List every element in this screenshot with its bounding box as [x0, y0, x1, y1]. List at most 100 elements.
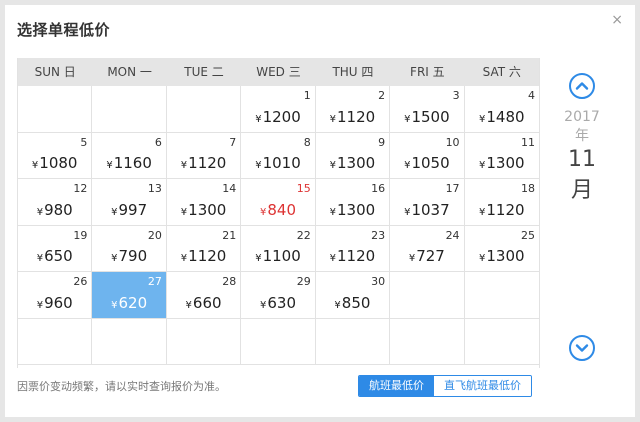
- day-price: 1120: [465, 201, 539, 219]
- day-number: 17: [445, 182, 460, 195]
- calendar-day-cell[interactable]: 2 1120: [315, 86, 391, 133]
- calendar-empty-cell: [18, 86, 93, 133]
- day-price: 1300: [167, 201, 240, 219]
- calendar-empty-cell: [464, 272, 539, 319]
- day-number: 25: [521, 228, 535, 242]
- low-price-dialog: 选择单程低价 × SUN 日 MON 一 TUE 二 WED 三 THU 四 F…: [5, 5, 635, 417]
- day-number: 3: [452, 89, 460, 102]
- calendar-day-cell[interactable]: 17 1037: [390, 179, 465, 226]
- calendar-day-cell[interactable]: 8 1010: [241, 132, 316, 179]
- calendar-empty-cell: [241, 318, 316, 365]
- weekday-wed: WED 三: [256, 65, 301, 79]
- weekday-sun: SUN 日: [34, 65, 76, 79]
- calendar-empty-cell: [92, 318, 167, 365]
- calendar-day-cell[interactable]: 5 1080: [18, 132, 93, 179]
- calendar-day-cell[interactable]: 15840: [241, 179, 316, 226]
- day-price: 1037: [390, 201, 463, 219]
- day-number: 24: [445, 228, 460, 242]
- price-mode-toggle: 航班最低价 直飞航班最低价: [358, 375, 532, 397]
- day-price: 997: [92, 201, 165, 219]
- day-number: 6: [154, 135, 162, 149]
- day-price: 1100: [241, 247, 314, 265]
- weekday-fri: FRI 五: [410, 65, 445, 79]
- day-price: 727: [390, 247, 463, 265]
- day-number: 20: [147, 228, 162, 242]
- calendar-day-cell[interactable]: 22 1100: [241, 225, 316, 272]
- day-number: 22: [296, 228, 311, 242]
- weekday-sat: SAT 六: [482, 65, 521, 79]
- day-number: 28: [222, 275, 237, 288]
- dialog-title: 选择单程低价: [17, 21, 111, 39]
- day-price: 790: [92, 247, 165, 265]
- close-icon[interactable]: ×: [611, 13, 623, 27]
- day-price: 1010: [241, 154, 314, 172]
- calendar-day-cell[interactable]: 27620: [92, 272, 167, 319]
- calendar-day-cell[interactable]: 19650: [18, 225, 93, 272]
- calendar-empty-cell: [390, 272, 465, 319]
- calendar-empty-cell: [18, 318, 93, 365]
- day-number: 5: [80, 135, 88, 149]
- calendar-day-cell[interactable]: 13997: [92, 179, 167, 226]
- day-number: 1: [303, 89, 311, 102]
- day-number: 27: [147, 275, 162, 288]
- flight-lowest-button[interactable]: 航班最低价: [359, 376, 434, 396]
- calendar-day-cell[interactable]: 6 1160: [92, 132, 167, 179]
- day-price: 1160: [92, 154, 165, 172]
- day-price: 850: [316, 294, 389, 312]
- day-price: 980: [18, 201, 91, 219]
- calendar-day-cell[interactable]: 14 1300: [166, 179, 242, 226]
- calendar-empty-cell: [464, 319, 539, 365]
- calendar-day-cell[interactable]: 16 1300: [315, 179, 391, 226]
- day-number: 23: [371, 228, 386, 242]
- calendar-day-cell[interactable]: 11 1300: [464, 133, 539, 179]
- month-nav: 2017年 11月: [558, 73, 606, 204]
- day-price: 1200: [241, 108, 314, 126]
- day-price: 1120: [316, 247, 389, 265]
- calendar-day-cell[interactable]: 1 1200: [241, 86, 316, 133]
- day-number: 12: [73, 182, 88, 195]
- day-price: 1120: [167, 154, 240, 172]
- calendar-day-cell[interactable]: 29630: [241, 272, 316, 319]
- day-number: 7: [229, 135, 237, 149]
- day-price: 660: [167, 294, 240, 312]
- year-label: 2017年: [564, 109, 600, 144]
- calendar-day-cell[interactable]: 26960: [18, 272, 93, 319]
- day-number: 13: [147, 182, 162, 195]
- calendar-empty-cell: [315, 318, 391, 365]
- day-number: 8: [303, 135, 311, 149]
- calendar-day-cell[interactable]: 24727: [390, 225, 465, 272]
- weekday-thu: THU 四: [332, 65, 374, 79]
- calendar-day-cell[interactable]: 9 1300: [315, 132, 391, 179]
- day-price: 1300: [316, 154, 389, 172]
- day-number: 4: [528, 89, 535, 102]
- calendar-day-cell[interactable]: 7 1120: [166, 132, 242, 179]
- day-number: 26: [73, 275, 88, 288]
- day-number: 15: [296, 182, 311, 195]
- day-price: 1500: [390, 108, 463, 126]
- calendar-day-cell[interactable]: 21 1120: [166, 225, 242, 272]
- calendar-day-cell[interactable]: 25 1300: [464, 226, 539, 272]
- calendar-day-cell[interactable]: 18 1120: [464, 179, 539, 226]
- day-price: 650: [18, 247, 91, 265]
- day-price: 840: [241, 201, 314, 219]
- day-number: 18: [521, 182, 535, 195]
- day-price: 1120: [167, 247, 240, 265]
- day-price: 630: [241, 294, 314, 312]
- calendar-day-cell[interactable]: 10 1050: [390, 132, 465, 179]
- calendar-day-cell[interactable]: 28660: [166, 272, 242, 319]
- chevron-up-icon[interactable]: [569, 73, 595, 99]
- calendar-day-cell[interactable]: 3 1500: [390, 86, 465, 133]
- chevron-down-icon[interactable]: [569, 335, 595, 361]
- calendar-day-cell[interactable]: 23 1120: [315, 225, 391, 272]
- day-price: 1300: [316, 201, 389, 219]
- day-price: 1300: [465, 154, 539, 172]
- calendar-day-cell[interactable]: 20790: [92, 225, 167, 272]
- day-price: 1480: [465, 108, 539, 126]
- day-number: 29: [296, 275, 311, 288]
- calendar-day-cell[interactable]: 4 1480: [464, 86, 539, 133]
- calendar-day-cell[interactable]: 30850: [315, 272, 391, 319]
- day-price: 1080: [18, 154, 91, 172]
- calendar-day-cell[interactable]: 12980: [18, 179, 93, 226]
- direct-lowest-button[interactable]: 直飞航班最低价: [434, 376, 531, 396]
- day-price: 1050: [390, 154, 463, 172]
